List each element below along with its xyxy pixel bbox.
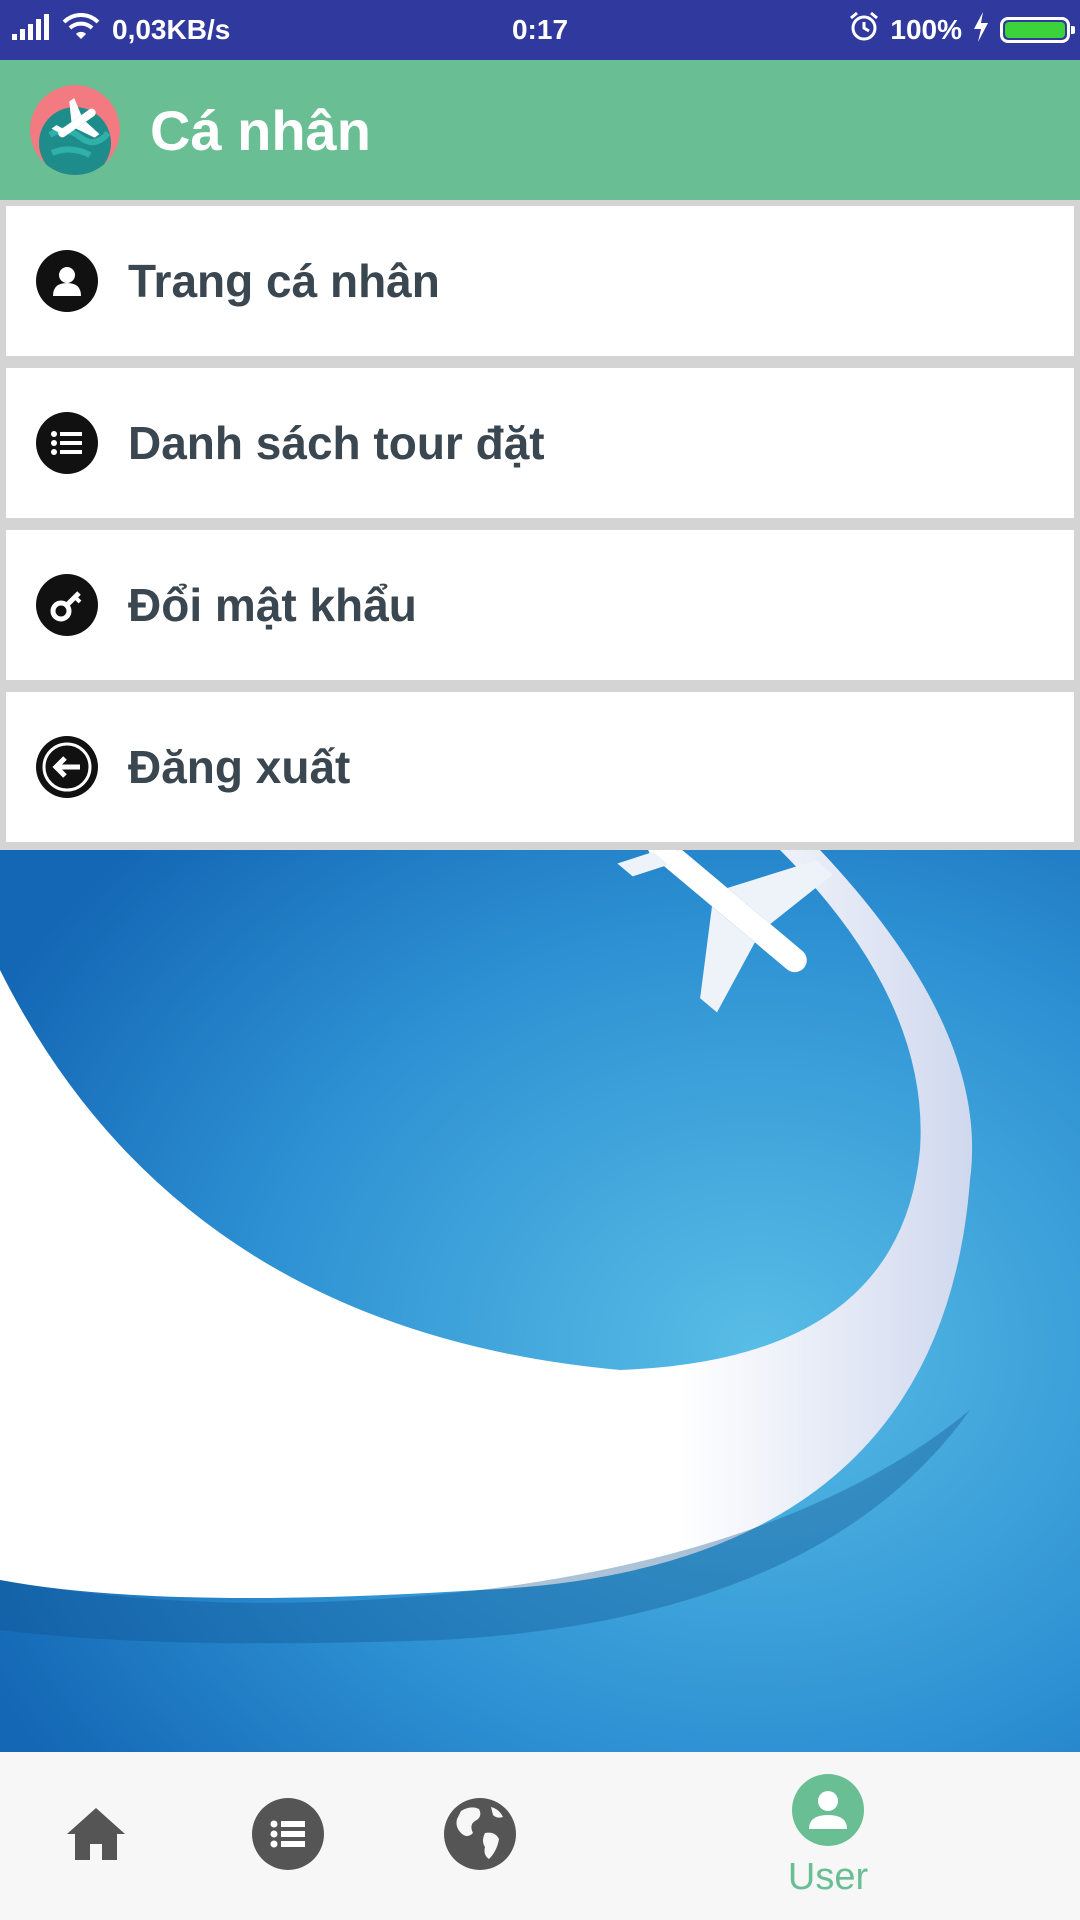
menu-item-label: Trang cá nhân [128,255,440,307]
alarm-icon [848,11,880,50]
menu-item-logout[interactable]: Đăng xuất [6,692,1074,842]
nav-user-label: User [787,1856,869,1898]
profile-menu: Trang cá nhân Danh sách tour đặt Đổi mật… [6,206,1074,854]
list-icon [251,1797,325,1876]
battery-fill [1005,22,1065,38]
nav-user-button[interactable]: User [776,1752,880,1920]
nav-home-button[interactable] [50,1752,142,1920]
nav-list-button[interactable] [242,1752,334,1920]
user-icon [791,1773,865,1852]
battery-percent: 100% [890,14,962,45]
menu-item-label: Đăng xuất [128,741,351,793]
status-right: 100% [848,0,1075,60]
menu-item-change-password[interactable]: Đổi mật khẩu [6,530,1074,680]
page-title: Cá nhân [150,98,371,162]
hero-airplane-image [0,850,1080,1752]
battery-icon [1000,17,1075,43]
list-icon [36,412,98,474]
app-bar: Cá nhân [0,60,1080,200]
clock-time: 0:17 [511,14,569,45]
globe-plane-logo-icon [30,85,120,175]
menu-item-label: Danh sách tour đặt [128,417,545,469]
logout-icon [36,736,98,798]
bottom-navigation: User [0,1752,1080,1920]
key-icon [36,574,98,636]
menu-item-profile[interactable]: Trang cá nhân [6,206,1074,356]
status-bar: 0,03KB/s 0:17 100% [0,0,1080,60]
person-icon [36,250,98,312]
home-icon [65,1806,127,1867]
menu-item-label: Đổi mật khẩu [128,579,417,631]
nav-explore-button[interactable] [434,1752,526,1920]
globe-icon [443,1797,517,1876]
charging-icon [972,11,990,49]
menu-item-booked-tours[interactable]: Danh sách tour đặt [6,368,1074,518]
